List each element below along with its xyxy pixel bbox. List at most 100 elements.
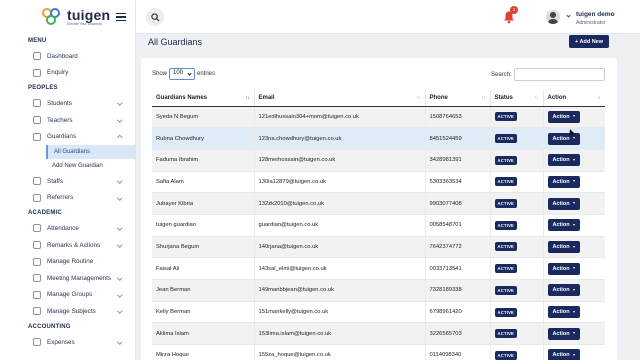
action-dropdown-button[interactable]: Action	[547, 175, 580, 188]
caret-down-icon	[572, 353, 575, 356]
add-new-button[interactable]: + Add New	[569, 35, 609, 48]
action-dropdown-button[interactable]: Action	[547, 132, 580, 145]
table-header-row: Guardians Names ↑↓ Email ↑↓ Phone ↑↓ Status…	[152, 90, 605, 107]
students-icon	[33, 99, 41, 108]
chevron-down-icon[interactable]	[566, 13, 571, 18]
table-row[interactable]: Rubna Chowdhury 123na.chowdhury@tuigen.co…	[152, 127, 605, 150]
guardians-icon	[33, 132, 41, 141]
action-dropdown-button[interactable]: Action	[547, 110, 580, 123]
sidebar-item-enquiry[interactable]: Enquiry	[0, 65, 135, 82]
email-cell: 121edihussain304+mom@tuigen.co.uk	[254, 106, 426, 129]
table-row[interactable]: tuigen guardian guardian@tuigen.co.uk 0058…	[152, 214, 605, 237]
email-cell: 128merhossain@tuigen.co.uk	[254, 149, 426, 172]
table-row[interactable]: Kelly Berman 151mankelly@tuigen.co.uk 6798…	[152, 301, 605, 324]
action-dropdown-button[interactable]: Action	[547, 197, 580, 210]
action-dropdown-button[interactable]: Action	[547, 327, 580, 340]
table-row[interactable]: Shurjana Begum 140rjana@tuigen.co.uk 76423…	[152, 236, 605, 259]
table-row[interactable]: Jubayer Kibria 132zk2010@tuigen.co.uk 9903…	[152, 192, 605, 215]
sidebar-item-referrers[interactable]: Referrers	[0, 190, 135, 207]
sidebar-item-teachers[interactable]: Teachers	[0, 112, 135, 129]
user-name[interactable]: tuigen demo	[576, 11, 615, 18]
show-label: Show	[152, 71, 168, 77]
avatar[interactable]	[546, 10, 560, 24]
sidebar-item-label: Meeting Managements	[47, 274, 112, 282]
chevron-down-icon	[116, 242, 122, 247]
status-badge: ACTIVE	[494, 155, 518, 165]
sidebar: tuigen Elevate Your Business MENU Dashboa…	[0, 0, 136, 360]
action-cell: Action	[543, 257, 605, 280]
action-dropdown-button[interactable]: Action	[547, 349, 580, 360]
guardians-card: Show 100 entries Search: Guardians Names…	[141, 58, 617, 360]
sidebar-item-students[interactable]: Students	[0, 95, 135, 112]
table-row[interactable]: Faduma Ibrahim 128merhossain@tuigen.co.uk…	[152, 149, 605, 172]
sidebar-item-manage-groups[interactable]: Manage Groups	[0, 287, 135, 304]
search-icon[interactable]	[146, 8, 164, 26]
phone-cell: 6798961420	[425, 301, 491, 324]
sidebar-subitem-all-guardians[interactable]: All Guardians	[46, 144, 135, 159]
caret-down-icon	[572, 332, 575, 335]
status-badge: ACTIVE	[494, 177, 518, 187]
action-dropdown-button[interactable]: Action	[547, 262, 580, 275]
sidebar-item-label: Enquiry	[47, 69, 69, 77]
action-dropdown-button[interactable]: Action	[547, 284, 580, 297]
sidebar-item-manage-subjects[interactable]: Manage Subjects	[0, 303, 135, 320]
caret-down-icon	[572, 158, 575, 161]
action-cell: Action	[543, 171, 605, 194]
column-header-action[interactable]: Action ↑↓	[543, 90, 605, 107]
sidebar-item-meeting-managements[interactable]: Meeting Managements	[0, 270, 135, 287]
action-cell: Action	[543, 214, 605, 237]
action-label: Action	[552, 178, 570, 185]
caret-down-icon	[572, 137, 575, 140]
guardian-name-cell: Jean Berman	[152, 279, 255, 302]
action-dropdown-button[interactable]: Action	[547, 219, 580, 232]
guardian-name-cell: Kelly Berman	[152, 301, 255, 324]
table-row[interactable]: Faisal Ali 143sal_elmi@tuigen.co.uk 003371…	[152, 257, 605, 280]
sidebar-subitem-add-new-guardian[interactable]: Add New Guardian	[46, 159, 135, 173]
status-badge: ACTIVE	[494, 350, 518, 360]
action-dropdown-button[interactable]: Action	[547, 240, 580, 253]
column-header-phone[interactable]: Phone ↑↓	[425, 90, 491, 107]
sidebar-item-remarks-actions[interactable]: Remarks & Actions	[0, 237, 135, 254]
action-label: Action	[552, 113, 570, 120]
chevron-down-icon	[116, 100, 122, 106]
column-header-name[interactable]: Guardians Names ↑↓	[152, 90, 255, 107]
search-input[interactable]	[514, 68, 605, 81]
column-header-email[interactable]: Email ↑↓	[254, 90, 426, 107]
sidebar-item-guardians[interactable]: Guardians	[0, 128, 135, 145]
action-cell: Action	[543, 192, 605, 215]
table-row[interactable]: Aklima Islam 153lima.islam@tuigen.co.uk 32…	[152, 322, 605, 346]
action-dropdown-button[interactable]: Action	[547, 154, 580, 167]
staffs-icon	[33, 177, 41, 186]
action-dropdown-button[interactable]: Action	[547, 306, 580, 319]
table-row[interactable]: Syeda N Begum 121edihussain304+mom@tuigen…	[152, 106, 605, 129]
sidebar-item-expenses[interactable]: Expenses	[0, 334, 135, 351]
menu-toggle-icon[interactable]	[116, 13, 126, 21]
email-cell: 155za_hoque@tuigen.co.uk	[254, 344, 426, 360]
action-cell: Action	[543, 344, 605, 360]
caret-down-icon	[572, 223, 575, 226]
chevron-down-icon	[116, 338, 122, 344]
enquiry-icon	[33, 68, 41, 77]
guardian-name-cell: Mirza Hoque	[152, 344, 255, 360]
brand-logo[interactable]: tuigen Elevate Your Business	[0, 0, 135, 34]
page-size-select[interactable]: 100	[169, 68, 195, 80]
phone-cell: 0058548701	[425, 214, 491, 237]
status-badge: ACTIVE	[494, 242, 518, 252]
sidebar-item-dashboard[interactable]: Dashboard	[0, 48, 135, 65]
sidebar-item-label: Guardians	[47, 133, 77, 141]
email-cell: 149manbbjean@tuigen.co.uk	[254, 279, 426, 302]
manage-groups-icon	[33, 290, 41, 299]
chevron-down-icon	[116, 194, 122, 200]
action-label: Action	[552, 309, 570, 316]
sidebar-item-staffs[interactable]: Staffs	[0, 173, 135, 190]
sidebar-item-label: Attendance	[47, 224, 79, 232]
table-row[interactable]: Mirza Hoque 155za_hoque@tuigen.co.uk 01140…	[152, 344, 605, 360]
sidebar-item-manage-routine[interactable]: Manage Routine	[0, 253, 135, 270]
table-row[interactable]: Jean Berman 149manbbjean@tuigen.co.uk 7328…	[152, 279, 605, 302]
sidebar-item-label: Students	[47, 99, 72, 107]
guardian-name-cell: Shurjana Begum	[152, 236, 255, 259]
sidebar-section-title: MENU	[28, 38, 47, 44]
column-header-status[interactable]: Status ↑↓	[490, 90, 544, 107]
sidebar-item-attendance[interactable]: Attendance	[0, 220, 135, 237]
table-row[interactable]: Safia Alam 130ia12879@tuigen.co.uk 5303363…	[152, 171, 605, 194]
